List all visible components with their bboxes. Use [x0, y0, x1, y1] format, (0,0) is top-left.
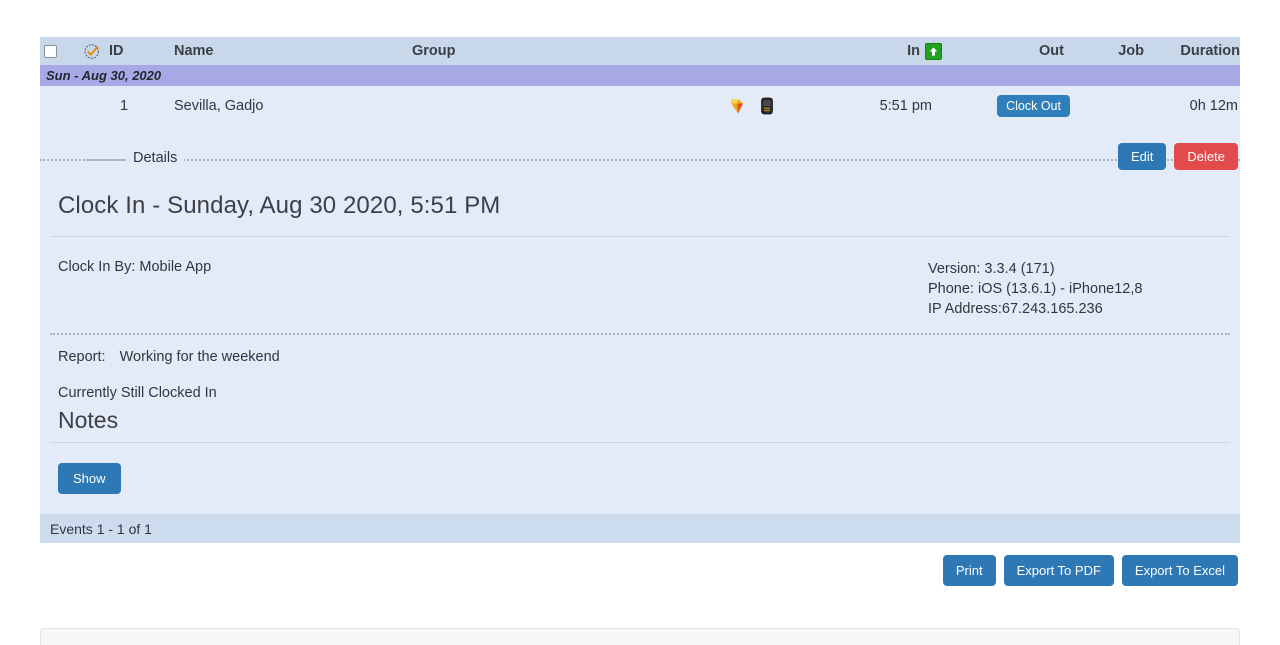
- report-line: Report: Working for the weekend: [50, 335, 1230, 383]
- column-header-duration-label: Duration: [1180, 43, 1240, 59]
- cell-in-time: 5:51 pm: [816, 98, 948, 114]
- detail-info-grid: Clock In By: Mobile App Version: 3.3.4 (…: [50, 237, 1230, 333]
- column-header-group-label: Group: [412, 43, 456, 59]
- events-table-panel: ID Name Group In Out Job Duration Sun - …: [40, 37, 1240, 586]
- column-header-job-label: Job: [1118, 43, 1144, 59]
- row-actions: Edit Delete: [1118, 143, 1238, 170]
- events-count-band: Events 1 - 1 of 1: [40, 514, 1240, 543]
- clock-out-button[interactable]: Clock Out: [997, 94, 1070, 118]
- column-header-id-label: ID: [109, 43, 124, 59]
- cell-out: Clock Out: [948, 94, 1078, 118]
- cell-icons: [712, 96, 816, 116]
- event-detail-card: Clock In - Sunday, Aug 30 2020, 5:51 PM …: [40, 170, 1240, 514]
- notes-actions: Show: [50, 443, 1230, 514]
- report-label: Report:: [58, 349, 106, 365]
- details-dotted-line-left: [86, 159, 126, 161]
- delete-button[interactable]: Delete: [1174, 143, 1238, 170]
- arrow-up-glyph: [929, 46, 938, 56]
- details-toggle[interactable]: Details: [126, 150, 185, 166]
- column-header-name-label: Name: [174, 43, 214, 59]
- date-group-band: Sun - Aug 30, 2020: [40, 65, 1240, 86]
- mobile-phone-icon[interactable]: [757, 96, 777, 116]
- device-ip: IP Address:67.243.165.236: [928, 301, 1103, 317]
- sort-ascending-icon[interactable]: [925, 42, 942, 60]
- column-header-name[interactable]: Name: [174, 43, 412, 59]
- next-section-panel: [40, 628, 1240, 645]
- column-header-out-label: Out: [1039, 43, 1064, 59]
- export-pdf-button[interactable]: Export To PDF: [1003, 555, 1114, 586]
- table-header-row: ID Name Group In Out Job Duration: [40, 37, 1240, 65]
- report-value: Working for the weekend: [119, 349, 280, 365]
- column-header-job[interactable]: Job: [1078, 43, 1144, 59]
- cell-in-time-value: 5:51 pm: [879, 98, 932, 114]
- date-group-label: Sun - Aug 30, 2020: [46, 68, 162, 83]
- column-header-id[interactable]: ID: [74, 42, 174, 61]
- edit-button[interactable]: Edit: [1118, 143, 1167, 170]
- table-row[interactable]: 1 Sevilla, Gadjo 5:51 pm Clock Out 0h 12…: [40, 86, 1240, 126]
- clock-check-icon: [84, 43, 99, 59]
- clock-in-by: Clock In By: Mobile App: [58, 259, 212, 275]
- cell-name-value: Sevilla, Gadjo: [174, 98, 264, 114]
- column-header-in[interactable]: In: [816, 42, 948, 60]
- show-notes-button[interactable]: Show: [58, 463, 121, 494]
- device-info: Version: 3.3.4 (171) Phone: iOS (13.6.1)…: [928, 259, 1228, 319]
- cell-id: 1: [74, 98, 174, 114]
- timesheet-page: ID Name Group In Out Job Duration Sun - …: [0, 0, 1280, 645]
- cell-duration: 0h 12m: [1144, 98, 1240, 114]
- print-button[interactable]: Print: [942, 555, 996, 586]
- cell-id-value: 1: [119, 98, 129, 114]
- notes-title: Notes: [58, 407, 119, 433]
- details-strip: Details Edit Delete: [40, 126, 1240, 170]
- export-actions: Print Export To PDF Export To Excel: [40, 543, 1240, 586]
- checkbox-icon[interactable]: [44, 44, 57, 58]
- cell-name: Sevilla, Gadjo: [174, 98, 412, 114]
- device-phone: Phone: iOS (13.6.1) - iPhone12,8: [928, 281, 1143, 297]
- map-pin-icon[interactable]: [728, 96, 748, 116]
- column-header-out[interactable]: Out: [948, 43, 1078, 59]
- device-version: Version: 3.3.4 (171): [928, 261, 1055, 277]
- column-header-duration[interactable]: Duration: [1144, 43, 1240, 59]
- column-header-in-label: In: [907, 43, 920, 59]
- table-body: 1 Sevilla, Gadjo 5:51 pm Clock Out 0h 12…: [40, 86, 1240, 514]
- cell-duration-value: 0h 12m: [1189, 98, 1238, 114]
- details-dotted-line: [40, 159, 1240, 161]
- clocked-in-status: Currently Still Clocked In: [58, 385, 217, 401]
- export-excel-button[interactable]: Export To Excel: [1121, 555, 1238, 586]
- select-all-cell[interactable]: [40, 44, 74, 58]
- column-header-group[interactable]: Group: [412, 43, 712, 59]
- events-count-label: Events 1 - 1 of 1: [50, 520, 152, 537]
- detail-title: Clock In - Sunday, Aug 30 2020, 5:51 PM: [58, 192, 501, 219]
